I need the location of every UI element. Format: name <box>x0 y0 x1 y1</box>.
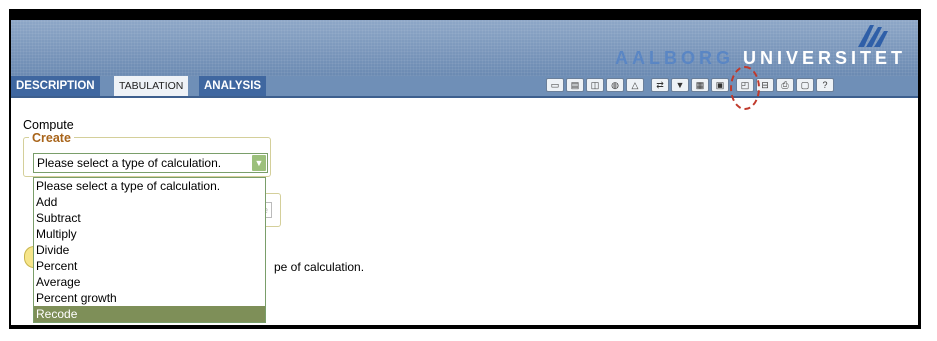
option-divide[interactable]: Divide <box>34 242 265 258</box>
filter-icon[interactable]: ▼ <box>671 78 689 92</box>
app-window: AALBORG UNIVERSITET DESCRIPTION TABULATI… <box>11 20 918 325</box>
swap-icon[interactable]: ⇄ <box>651 78 669 92</box>
map2-icon[interactable]: △ <box>626 78 644 92</box>
tab-description[interactable]: DESCRIPTION <box>11 76 100 96</box>
tab-analysis[interactable]: ANALYSIS <box>199 76 267 96</box>
option-subtract[interactable]: Subtract <box>34 210 265 226</box>
calculation-type-dropdown[interactable]: Please select a type of calculation. Add… <box>33 177 266 323</box>
compute-icon[interactable]: ▦ <box>691 78 709 92</box>
university-wordmark: AALBORG UNIVERSITET <box>615 48 906 69</box>
select-value: Please select a type of calculation. <box>37 156 222 170</box>
open-folder-icon[interactable]: ▢ <box>796 78 814 92</box>
save-icon[interactable]: ▣ <box>711 78 729 92</box>
header-banner: AALBORG UNIVERSITET <box>11 20 918 76</box>
toolbar: ▭ ▤ ◫ ◍ △ ⇄ ▼ ▦ ▣ ◰ ⊟ ⎙ ▢ ? <box>546 78 834 94</box>
table-icon[interactable]: ▭ <box>546 78 564 92</box>
hint-text: pe of calculation. <box>274 260 365 274</box>
chevron-down-icon[interactable]: ▼ <box>252 155 266 171</box>
print-icon[interactable]: ⎙ <box>776 78 794 92</box>
option-placeholder[interactable]: Please select a type of calculation. <box>34 178 265 194</box>
option-multiply[interactable]: Multiply <box>34 226 265 242</box>
layout-icon[interactable]: ▤ <box>566 78 584 92</box>
brand-part2: UNIVERSITET <box>742 48 906 68</box>
compute-panel: Compute Create Please select a type of c… <box>11 98 918 325</box>
option-recode[interactable]: Recode <box>34 306 265 322</box>
main-navbar: DESCRIPTION TABULATION ANALYSIS ▭ ▤ ◫ ◍ … <box>11 76 918 98</box>
option-add[interactable]: Add <box>34 194 265 210</box>
create-legend: Create <box>29 131 74 145</box>
chart-icon[interactable]: ◫ <box>586 78 604 92</box>
tab-tabulation[interactable]: TABULATION <box>114 76 189 96</box>
help-icon[interactable]: ? <box>816 78 834 92</box>
map-icon[interactable]: ◍ <box>606 78 624 92</box>
option-percent[interactable]: Percent <box>34 258 265 274</box>
compute-heading: Compute <box>23 118 74 132</box>
option-average[interactable]: Average <box>34 274 265 290</box>
brand-part1: AALBORG <box>614 48 734 68</box>
calculation-type-select[interactable]: Please select a type of calculation. ▼ <box>33 153 268 173</box>
university-logo-icon <box>858 25 888 47</box>
option-percent-growth[interactable]: Percent growth <box>34 290 265 306</box>
